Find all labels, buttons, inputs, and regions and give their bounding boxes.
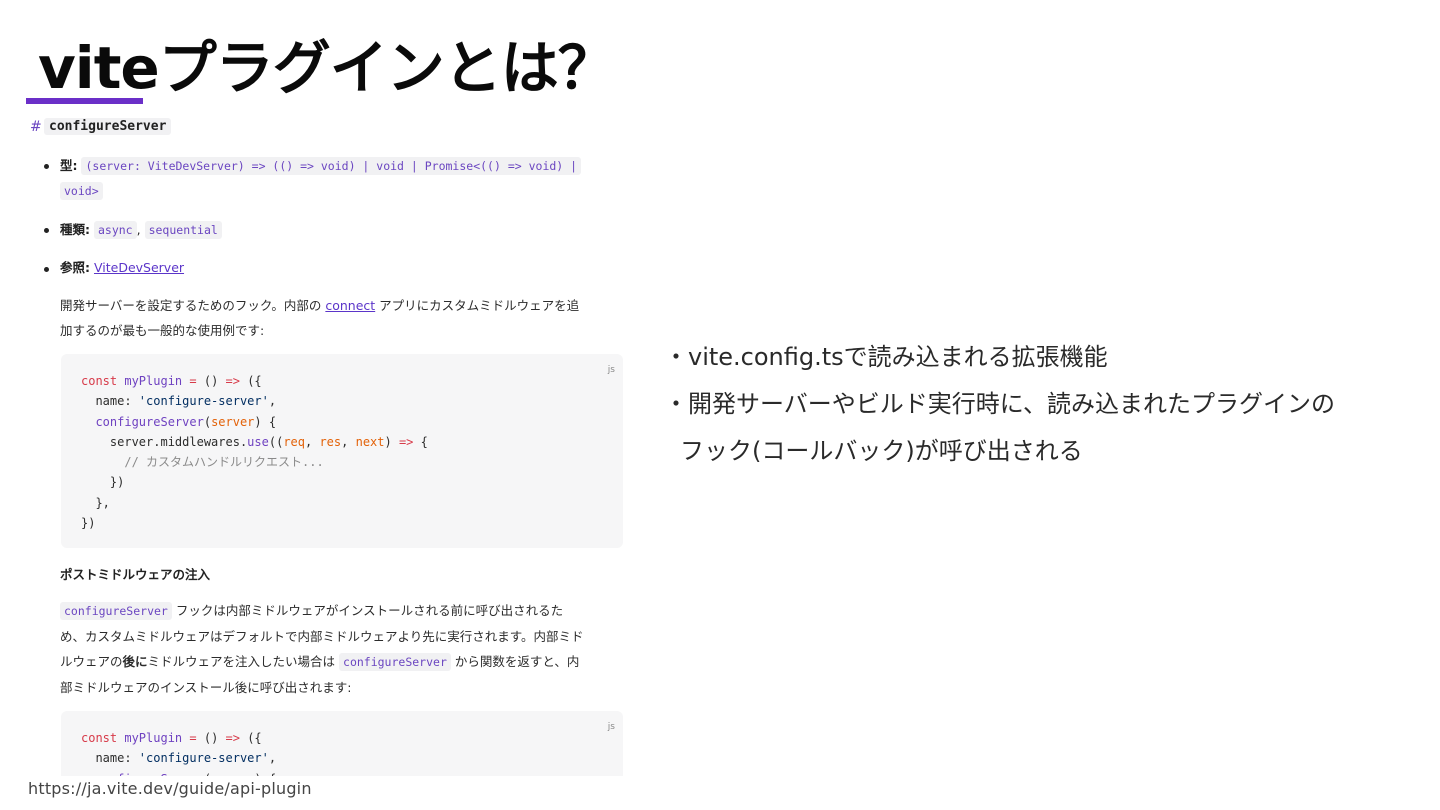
inline-code: configureServer (339, 653, 451, 671)
bullet-dot (44, 164, 49, 169)
type-value: (server: ViteDevServer) => (() => void) … (81, 157, 582, 175)
type-line-2: void> (60, 179, 103, 203)
source-url[interactable]: https://ja.vite.dev/guide/api-plugin (28, 779, 312, 798)
code-lang: js (607, 722, 615, 732)
ref-line: 参照: ViteDevServer (60, 256, 184, 280)
point-2-continued: フック(コールバック)が呼び出される (680, 437, 1083, 465)
kind-line: 種類: async, sequential (60, 218, 222, 242)
post-text: め、カスタムミドルウェアはデフォルトで内部ミドルウェアより先に実行されます。内部… (60, 629, 584, 644)
post-middleware-text: configureServer フックは内部ミドルウェアがインストールされる前に… (60, 598, 626, 700)
point-2: ・開発サーバーやビルド実行時に、読み込まれたプラグインの (664, 390, 1336, 418)
anchor-hash[interactable]: # (30, 119, 42, 135)
title-underline (26, 98, 143, 104)
bullet-dot (44, 267, 49, 272)
vitedevserver-link[interactable]: ViteDevServer (94, 260, 184, 275)
api-doc-screenshot: # configureServer 型: (server: ViteDevSer… (26, 112, 636, 776)
description: 開発サーバーを設定するためのフック。内部の connect アプリにカスタムミド… (60, 293, 626, 343)
type-value-cont: void> (60, 182, 103, 200)
inline-code: configureServer (60, 602, 172, 620)
type-line: 型: (server: ViteDevServer) => (() => voi… (60, 154, 582, 178)
code-content: const myPlugin = () => ({ name: 'configu… (81, 374, 428, 531)
kind-separator: , (136, 222, 141, 237)
type-label: 型: (60, 158, 78, 173)
kind-sequential: sequential (144, 221, 222, 239)
ref-label: 参照: (60, 260, 90, 275)
post-text: フックは内部ミドルウェアがインストールされる前に呼び出されるた (171, 603, 564, 618)
connect-link[interactable]: connect (325, 298, 375, 313)
post-text: ミドルウェアを注入したい場合は (147, 654, 340, 669)
post-bold: 後に (122, 654, 148, 669)
code-content-2: const myPlugin = () => ({ name: 'configu… (81, 731, 277, 776)
code-block: js const myPlugin = () => ({ name: 'conf… (61, 354, 623, 548)
bullet-points: ・vite.config.tsで読み込まれる拡張機能 ・開発サーバーやビルド実行… (664, 334, 1335, 475)
desc-text: 開発サーバーを設定するためのフック。内部の (60, 298, 326, 313)
slide-title: viteプラグインとは？ (38, 34, 616, 102)
kind-async: async (93, 221, 137, 239)
desc-text: 加するのが最も一般的な使用例です: (60, 323, 265, 338)
code-block-2: js const myPlugin = () => ({ name: 'conf… (61, 711, 623, 776)
post-text: から関数を返すと、内 (450, 654, 580, 669)
doc-heading: configureServer (44, 118, 172, 135)
post-text: ルウェアの (60, 654, 123, 669)
code-lang: js (607, 365, 615, 375)
bullet-dot (44, 228, 49, 233)
kind-label: 種類: (60, 222, 90, 237)
subheading: ポストミドルウェアの注入 (60, 567, 211, 582)
desc-text: アプリにカスタムミドルウェアを追 (375, 298, 580, 313)
post-text: 部ミドルウェアのインストール後に呼び出されます: (60, 680, 352, 695)
point-1: ・vite.config.tsで読み込まれる拡張機能 (664, 343, 1108, 371)
